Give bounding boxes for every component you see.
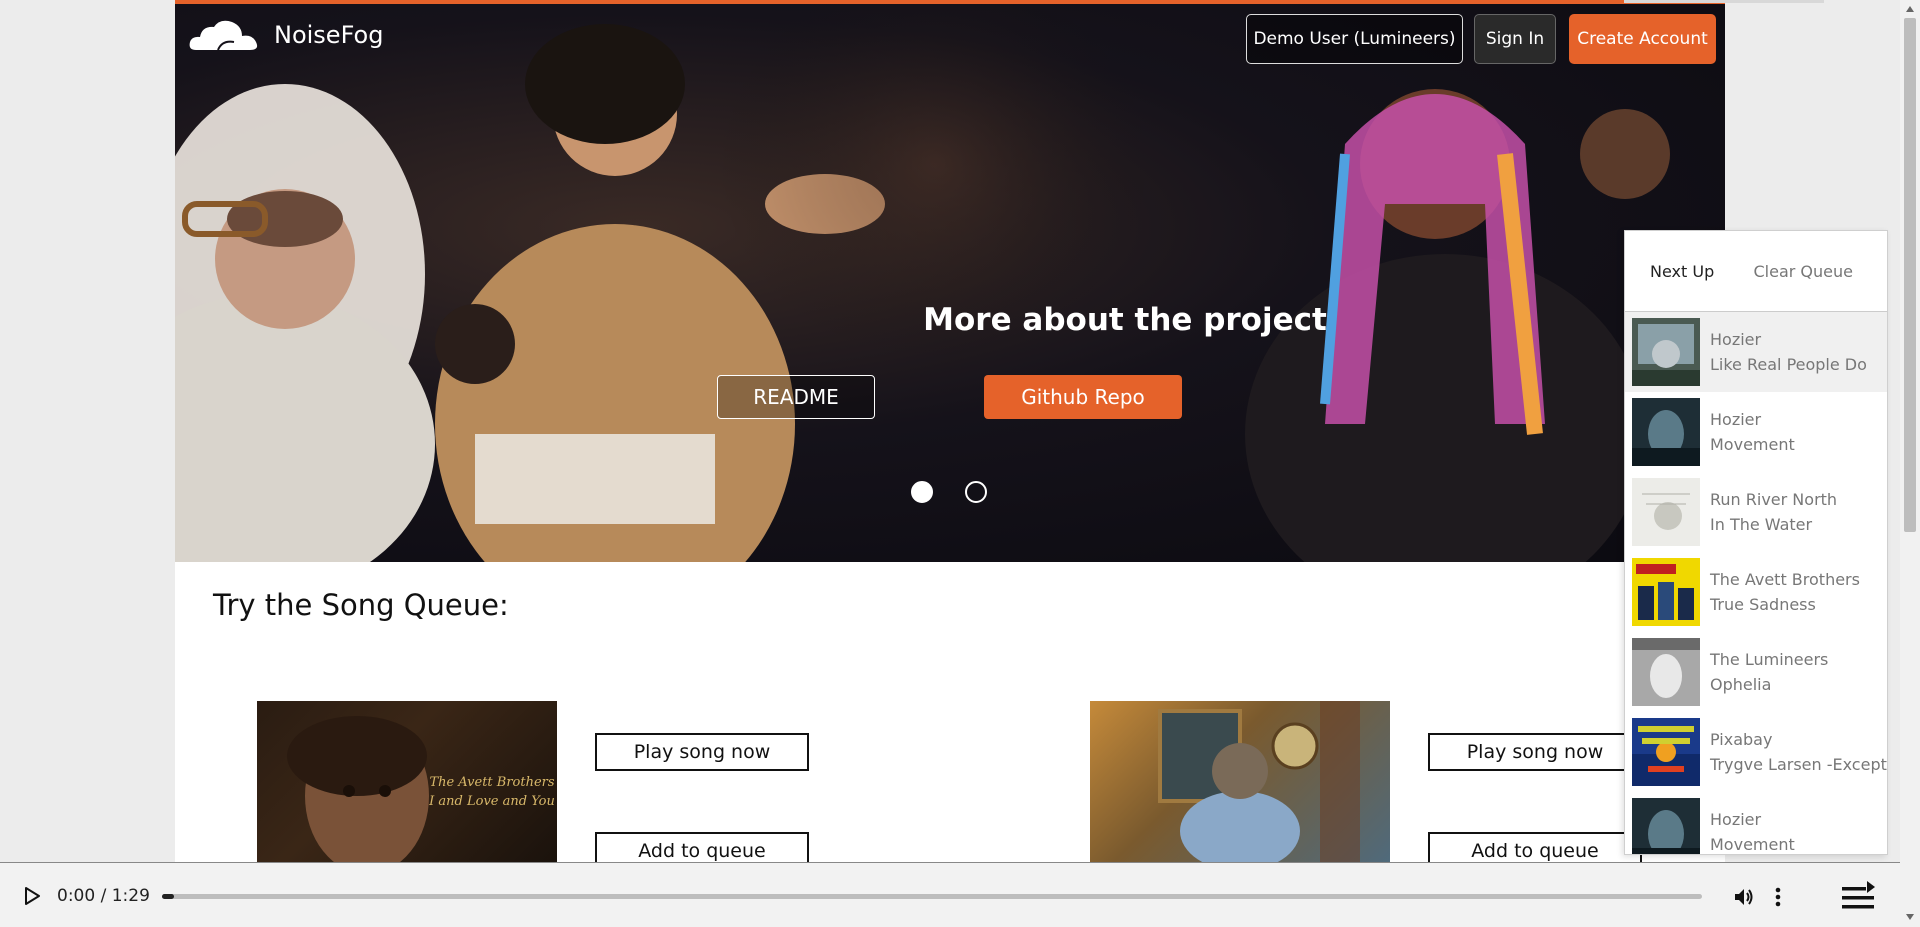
brand-logo[interactable]: NoiseFog (188, 18, 383, 52)
queue-item[interactable]: The Avett Brothers True Sadness (1625, 552, 1887, 632)
queue-item-title: Trygve Larsen -Excepti (1710, 755, 1888, 774)
demo-user-button[interactable]: Demo User (Lumineers) (1246, 14, 1463, 64)
queue-item-title: Ophelia (1710, 675, 1772, 694)
hero-title: More about the project (782, 302, 1468, 338)
hero-carousel: NoiseFog Demo User (Lumineers) Sign In C… (175, 4, 1725, 562)
add-to-queue-button[interactable]: Add to queue (595, 832, 809, 864)
queue-item-thumb (1632, 398, 1700, 466)
queue-header: Next Up Clear Queue (1625, 231, 1887, 312)
top-shadow (1624, 0, 1824, 3)
queue-item-thumb (1632, 478, 1700, 546)
queue-item-artist: The Lumineers (1710, 650, 1829, 669)
github-repo-button[interactable]: Github Repo (984, 375, 1182, 419)
queue-panel: Next Up Clear Queue Hozier Like Real Peop… (1624, 230, 1888, 855)
page-scrollbar[interactable] (1900, 0, 1920, 927)
queue-item-thumb (1632, 558, 1700, 626)
next-up-label: Next Up (1650, 261, 1715, 281)
brand-name: NoiseFog (274, 21, 384, 49)
queue-item[interactable]: Hozier Movement (1625, 792, 1887, 854)
queue-item-artist: Hozier (1710, 810, 1762, 829)
scroll-thumb[interactable] (1904, 18, 1916, 532)
album-art-2 (1090, 701, 1390, 864)
queue-item-artist: The Avett Brothers (1710, 570, 1860, 589)
create-account-button[interactable]: Create Account (1569, 14, 1716, 64)
hero-photo (175, 4, 1670, 562)
queue-item-artist: Pixabay (1710, 730, 1773, 749)
play-song-now-button[interactable]: Play song now (1428, 733, 1642, 771)
section-title: Try the Song Queue: (213, 588, 509, 622)
album-art-1-line1: The Avett Brothers (429, 775, 554, 790)
queue-item-artist: Hozier (1710, 330, 1762, 349)
hero-title-text: More about the project (923, 302, 1327, 338)
readme-button[interactable]: README (717, 375, 875, 419)
time-display: 0:00 / 1:29 (57, 886, 150, 906)
queue-item-thumb (1632, 638, 1700, 706)
add-to-queue-button[interactable]: Add to queue (1428, 832, 1642, 864)
queue-item-title: Movement (1710, 835, 1795, 854)
audio-player: 0:00 / 1:29 (0, 862, 1900, 927)
more-vert-icon[interactable] (1772, 885, 1784, 909)
queue-item-title: In The Water (1710, 515, 1813, 534)
carousel-dot-2[interactable] (965, 481, 987, 503)
queue-item[interactable]: Pixabay Trygve Larsen -Excepti (1625, 712, 1887, 792)
page: NoiseFog Demo User (Lumineers) Sign In C… (175, 0, 1725, 864)
clear-queue-button[interactable]: Clear Queue (1754, 262, 1854, 281)
volume-icon[interactable] (1732, 885, 1756, 909)
seek-bar[interactable] (162, 894, 1702, 899)
queue-item-thumb (1632, 318, 1700, 386)
play-icon[interactable] (22, 886, 42, 906)
queue-item-title: Like Real People Do (1710, 355, 1867, 374)
queue-list-icon[interactable] (1840, 879, 1876, 915)
queue-item-artist: Hozier (1710, 410, 1762, 429)
cloud-logo-icon (189, 20, 258, 51)
queue-item[interactable]: Hozier Movement (1625, 392, 1887, 472)
scroll-down-arrow-icon[interactable] (1906, 914, 1914, 920)
queue-item-title: Movement (1710, 435, 1795, 454)
play-song-now-button[interactable]: Play song now (595, 733, 809, 771)
album-art-1-line2: I and Love and You (428, 794, 555, 809)
queue-item[interactable]: Run River North In The Water (1625, 472, 1887, 552)
album-art-1: The Avett Brothers I and Love and You (257, 701, 557, 864)
scroll-up-arrow-icon[interactable] (1906, 6, 1914, 12)
sign-in-button[interactable]: Sign In (1474, 14, 1556, 64)
queue-item-thumb (1632, 718, 1700, 786)
queue-item[interactable]: Hozier Like Real People Do (1625, 312, 1887, 392)
seek-bar-fill (162, 894, 175, 899)
queue-item-artist: Run River North (1710, 490, 1838, 509)
queue-item-thumb (1632, 798, 1700, 854)
queue-item[interactable]: The Lumineers Ophelia (1625, 632, 1887, 712)
queue-item-title: True Sadness (1710, 595, 1816, 614)
carousel-dot-1[interactable] (911, 481, 933, 503)
